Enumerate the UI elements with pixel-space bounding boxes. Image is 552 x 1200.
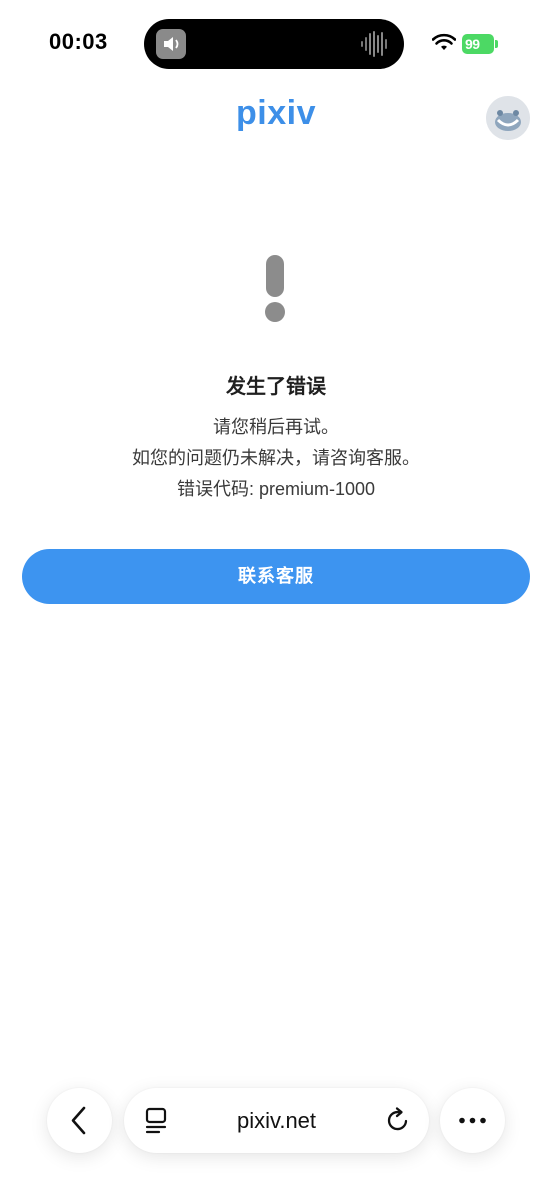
status-time: 00:03 xyxy=(49,29,108,54)
speaker-icon xyxy=(156,29,186,59)
reload-icon[interactable] xyxy=(384,1106,412,1134)
error-message-retry: 请您稍后再试。 xyxy=(213,417,339,437)
chevron-left-icon xyxy=(71,1106,86,1135)
audio-waveform-icon xyxy=(361,31,387,57)
pixiv-logo[interactable]: pixiv xyxy=(0,94,552,133)
ellipsis-icon xyxy=(459,1117,486,1124)
exclamation-icon xyxy=(264,255,286,323)
dynamic-island[interactable] xyxy=(144,19,404,69)
back-button[interactable] xyxy=(47,1088,112,1153)
wifi-icon xyxy=(432,33,456,50)
avatar-icon[interactable] xyxy=(486,96,530,140)
error-title: 发生了错误 xyxy=(226,376,326,398)
error-code: 错误代码: premium-1000 xyxy=(176,479,376,499)
battery-indicator: 99 xyxy=(462,34,494,54)
address-bar[interactable]: pixiv.net xyxy=(124,1088,429,1153)
more-options-button[interactable] xyxy=(440,1088,505,1153)
battery-cap xyxy=(495,40,498,48)
error-message-support: 如您的问题仍未解决，请咨询客服。 xyxy=(132,448,420,468)
contact-support-button[interactable]: 联系客服 xyxy=(22,549,530,604)
